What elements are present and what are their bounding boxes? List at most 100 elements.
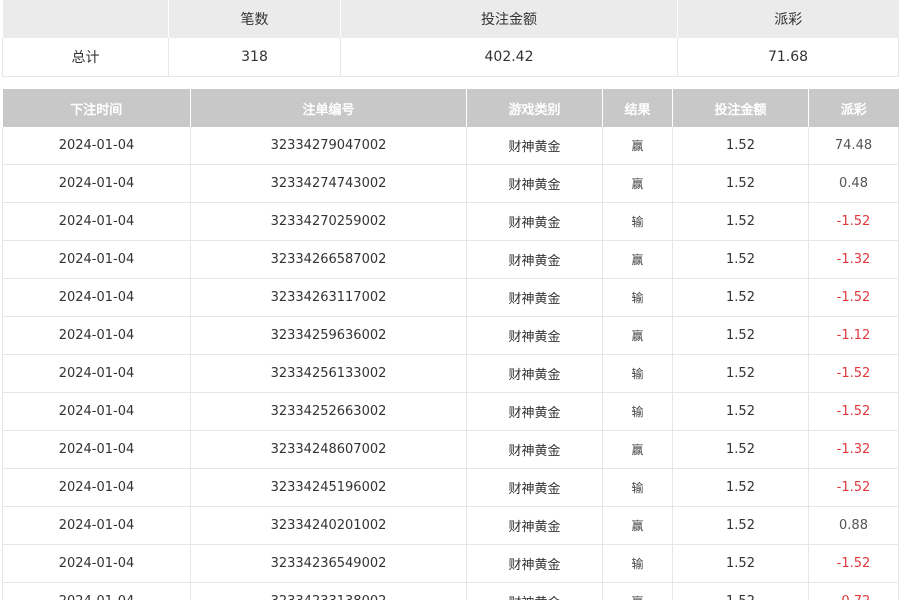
table-row[interactable]: 2024-01-04 32334252663002 财神黄金输 1.52 -1.52 (2, 392, 899, 431)
game-type-cell: 财神黄金 (466, 506, 603, 545)
bet-id-cell: 32334233138002 (190, 582, 467, 600)
result-cell: 输 (602, 202, 673, 241)
result-cell: 输 (602, 278, 673, 317)
game-type-cell: 财神黄金 (466, 127, 603, 165)
game-type-cell: 财神黄金 (466, 544, 603, 583)
table-row[interactable]: 2024-01-04 32334256133002 财神黄金输 1.52 -1.52 (2, 354, 899, 393)
result-cell: 输 (602, 392, 673, 431)
summary-header-bet-amount: 投注金额 (340, 0, 678, 38)
bet-amount-cell: 1.52 (672, 127, 809, 165)
bet-time-cell: 2024-01-04 (2, 468, 191, 507)
result-cell: 赢 (602, 316, 673, 355)
game-type-cell: 财神黄金 (466, 278, 603, 317)
bet-time-cell: 2024-01-04 (2, 278, 191, 317)
table-row[interactable]: 2024-01-0432334233138002财神黄金赢1.52-0.72 (2, 582, 899, 600)
bet-time-cell: 2024-01-04 (2, 316, 191, 355)
game-type-cell: 财神黄金 (466, 240, 603, 279)
payout-cell: -1.52 (808, 544, 899, 583)
payout-cell: -1.52 (808, 468, 899, 507)
bet-amount-cell: 1.52 (672, 506, 809, 545)
result-cell: 输 (602, 468, 673, 507)
payout-cell: -1.12 (808, 316, 899, 355)
bet-amount-cell: 1.52 (672, 278, 809, 317)
column-header-payout[interactable]: 派彩 (808, 89, 899, 127)
summary-header-count: 笔数 (168, 0, 341, 38)
payout-cell: -1.52 (808, 202, 899, 241)
bet-id-cell: 32334245196002 (190, 468, 467, 507)
bet-amount-cell: 1.52 (672, 202, 809, 241)
bet-time-cell: 2024-01-04 (2, 544, 191, 583)
table-row[interactable]: 2024-01-04 32334259636002 财神黄金赢 1.52 -1.12 (2, 316, 899, 355)
result-cell: 赢 (602, 582, 673, 600)
bet-report-page: 笔数 投注金额 派彩 总计 318 402.42 71.68 下注时间 注单编号… (0, 0, 900, 600)
table-row[interactable]: 2024-01-04 32334245196002 财神黄金输 1.52 -1.52 (2, 468, 899, 507)
game-type-cell: 财神黄金 (466, 164, 603, 203)
result-cell: 赢 (602, 240, 673, 279)
summary-total-row: 总计 318 402.42 71.68 (2, 38, 899, 77)
column-header-bet-amount[interactable]: 投注金额 (672, 89, 809, 127)
bet-amount-cell: 1.52 (672, 164, 809, 203)
table-row[interactable]: 2024-01-04 32334279047002 财神黄金赢 1.52 74.48 (2, 127, 899, 165)
column-header-result[interactable]: 结果 (602, 89, 673, 127)
bet-amount-cell: 1.52 (672, 240, 809, 279)
bet-time-cell: 2024-01-04 (2, 240, 191, 279)
bet-time-cell: 2024-01-04 (2, 202, 191, 241)
table-row[interactable]: 2024-01-04 32334240201002 财神黄金赢 1.52 0.88 (2, 506, 899, 545)
bet-id-cell: 32334252663002 (190, 392, 467, 431)
payout-cell: -1.52 (808, 278, 899, 317)
bet-time-cell: 2024-01-04 (2, 164, 191, 203)
bet-time-cell: 2024-01-04 (2, 127, 191, 165)
game-type-cell: 财神黄金 (466, 468, 603, 507)
bet-amount-cell: 1.52 (672, 582, 809, 600)
column-header-bet-time[interactable]: 下注时间 (2, 89, 191, 127)
bet-amount-cell: 1.52 (672, 468, 809, 507)
summary-header-payout: 派彩 (677, 0, 899, 38)
bet-id-cell: 32334236549002 (190, 544, 467, 583)
table-row[interactable]: 2024-01-04 32334248607002 财神黄金赢 1.52 -1.32 (2, 430, 899, 469)
payout-cell: -1.32 (808, 240, 899, 279)
bet-id-cell: 32334279047002 (190, 127, 467, 165)
table-row[interactable]: 2024-01-04 32334263117002 财神黄金输 1.52 -1.52 (2, 278, 899, 317)
result-cell: 输 (602, 544, 673, 583)
bet-id-cell: 32334274743002 (190, 164, 467, 203)
payout-cell: -0.72 (808, 582, 899, 600)
bet-time-cell: 2024-01-04 (2, 582, 191, 600)
summary-total-count: 318 (168, 38, 341, 77)
table-row[interactable]: 2024-01-04 32334270259002 财神黄金输 1.52 -1.52 (2, 202, 899, 241)
table-row[interactable]: 2024-01-04 32334266587002 财神黄金赢 1.52 -1.32 (2, 240, 899, 279)
column-header-bet-id[interactable]: 注单编号 (190, 89, 467, 127)
payout-cell: -1.32 (808, 430, 899, 469)
result-cell: 赢 (602, 506, 673, 545)
bet-time-cell: 2024-01-04 (2, 392, 191, 431)
bet-amount-cell: 1.52 (672, 430, 809, 469)
summary-total-label: 总计 (2, 38, 169, 77)
payout-cell: 74.48 (808, 127, 899, 165)
table-row[interactable]: 2024-01-04 32334274743002 财神黄金赢 1.52 0.48 (2, 164, 899, 203)
table-row[interactable]: 2024-01-04 32334236549002 财神黄金输 1.52 -1.52 (2, 544, 899, 583)
game-type-cell: 财神黄金 (466, 392, 603, 431)
bet-detail-table: 下注时间 注单编号 游戏类别 结果 投注金额 派彩 2024-01-04 3233… (2, 89, 899, 600)
game-type-cell: 财神黄金 (466, 582, 603, 600)
bet-time-cell: 2024-01-04 (2, 354, 191, 393)
summary-header-blank (2, 0, 169, 38)
bet-amount-cell: 1.52 (672, 354, 809, 393)
bet-amount-cell: 1.52 (672, 316, 809, 355)
summary-total-payout: 71.68 (677, 38, 899, 77)
detail-header-row: 下注时间 注单编号 游戏类别 结果 投注金额 派彩 (2, 89, 899, 127)
result-cell: 赢 (602, 164, 673, 203)
summary-header-row: 笔数 投注金额 派彩 (2, 0, 899, 38)
result-cell: 赢 (602, 127, 673, 165)
payout-cell: -1.52 (808, 354, 899, 393)
result-cell: 赢 (602, 430, 673, 469)
bet-time-cell: 2024-01-04 (2, 506, 191, 545)
bet-time-cell: 2024-01-04 (2, 430, 191, 469)
column-header-game-type[interactable]: 游戏类别 (466, 89, 603, 127)
detail-table-body: 2024-01-04 32334279047002 财神黄金赢 1.52 74.48 20… (2, 127, 899, 600)
payout-cell: 0.88 (808, 506, 899, 545)
bet-amount-cell: 1.52 (672, 544, 809, 583)
game-type-cell: 财神黄金 (466, 316, 603, 355)
payout-cell: -1.52 (808, 392, 899, 431)
bet-id-cell: 32334270259002 (190, 202, 467, 241)
payout-cell: 0.48 (808, 164, 899, 203)
bet-id-cell: 32334263117002 (190, 278, 467, 317)
